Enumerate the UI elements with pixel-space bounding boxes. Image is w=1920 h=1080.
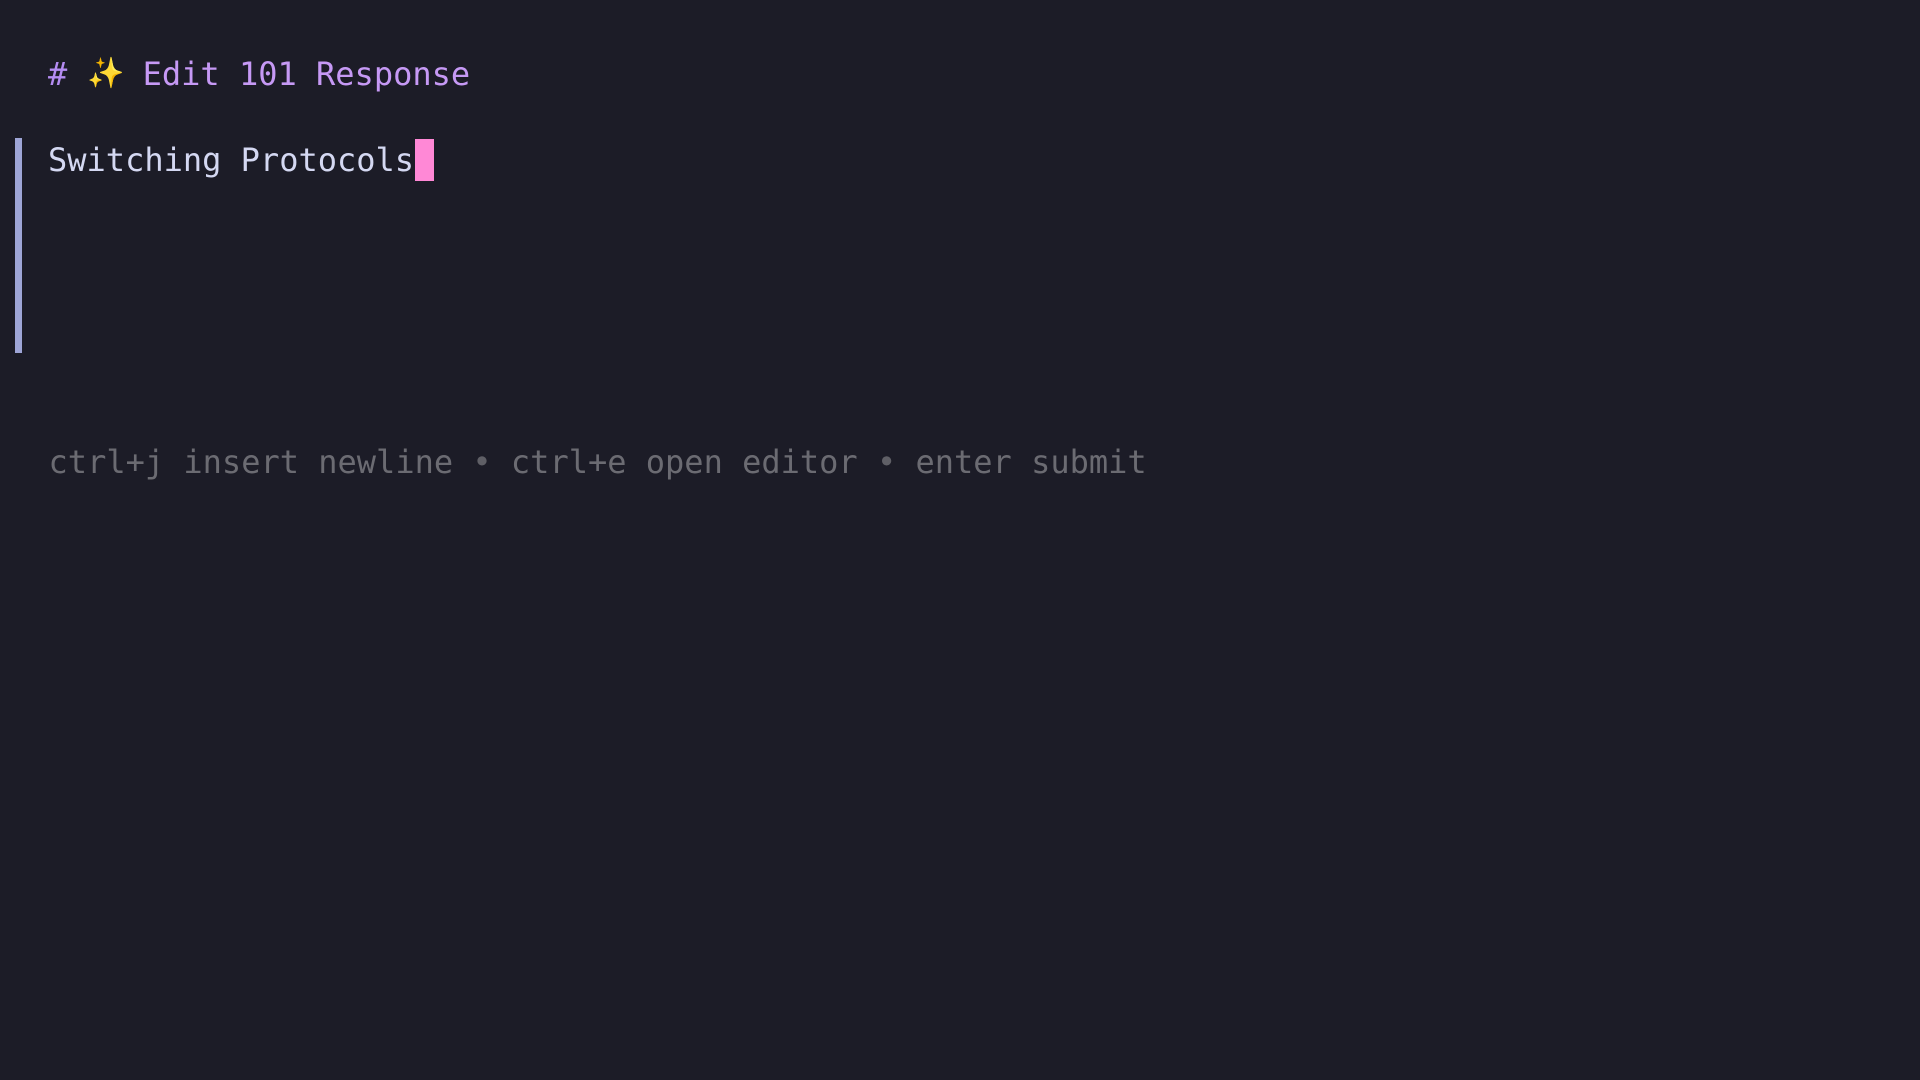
help-action-editor: open editor [645, 443, 858, 481]
input-line[interactable]: Switching Protocols [48, 138, 435, 182]
page-title: # ✨ Edit 101 Response [48, 52, 470, 96]
input-focus-border [15, 138, 22, 353]
input-value: Switching Protocols [48, 141, 415, 179]
help-key-newline: ctrl+j [48, 443, 165, 481]
response-textarea[interactable]: Switching Protocols [15, 138, 1815, 353]
help-separator: • [876, 443, 897, 481]
text-cursor [415, 139, 435, 181]
help-separator: • [472, 443, 492, 481]
sparkles-icon: ✨ [87, 56, 125, 91]
keybinding-help: ctrl+j insert newline • ctrl+e open edit… [10, 396, 1147, 481]
help-key-editor: ctrl+e [510, 443, 627, 481]
help-key-submit: enter [915, 443, 1012, 481]
help-action-submit: submit [1031, 443, 1147, 481]
help-action-newline: insert newline [183, 443, 454, 481]
heading-hash: # [48, 55, 68, 93]
title-text: Edit 101 Response [142, 55, 471, 93]
